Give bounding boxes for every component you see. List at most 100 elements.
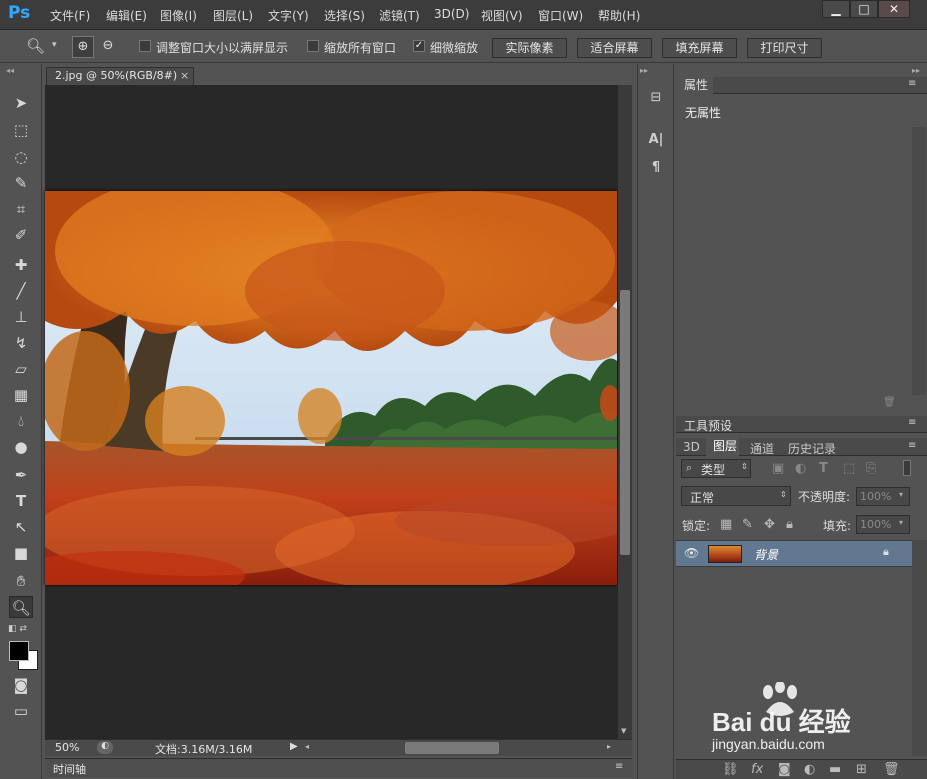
- scroll-right-icon[interactable]: ▸: [607, 742, 611, 751]
- document-tab[interactable]: 2.jpg @ 50%(RGB/8#) ×: [46, 67, 194, 85]
- timeline-panel[interactable]: 时间轴 ≡: [45, 758, 632, 777]
- menu-3d[interactable]: 3D(D): [434, 7, 469, 21]
- history-icon[interactable]: ⊟: [646, 90, 666, 105]
- zoom-in-icon[interactable]: ⊕: [72, 36, 94, 58]
- expand-panels-icon[interactable]: ▸▸: [912, 66, 920, 75]
- marquee-tool-icon[interactable]: ⬚: [9, 119, 33, 141]
- lock-position-icon[interactable]: ✥: [764, 517, 775, 532]
- actual-pixels-button[interactable]: 实际像素: [492, 38, 567, 58]
- properties-menu-icon[interactable]: ≡: [908, 78, 916, 89]
- menu-select[interactable]: 选择(S): [324, 7, 365, 24]
- scrubby-zoom-checkbox[interactable]: ✓: [413, 40, 425, 52]
- tool-presets-menu-icon[interactable]: ≡: [908, 417, 916, 428]
- status-menu-icon[interactable]: ◐: [97, 741, 113, 754]
- path-select-tool-icon[interactable]: ↖: [9, 516, 33, 538]
- scroll-down-icon[interactable]: ▼: [621, 727, 626, 735]
- hand-tool-icon[interactable]: ✋︎: [9, 570, 33, 592]
- properties-delete-icon[interactable]: 🗑︎: [883, 397, 896, 408]
- menu-window[interactable]: 窗口(W): [538, 7, 583, 24]
- timeline-menu-icon[interactable]: ≡: [615, 761, 623, 772]
- menu-type[interactable]: 文字(Y): [268, 7, 309, 24]
- collapse-strip-icon[interactable]: ▸▸: [640, 66, 648, 75]
- layer-filter-dropdown[interactable]: ⌕ 类型 ⇕: [681, 459, 751, 478]
- horizontal-scrollbar-thumb[interactable]: [405, 742, 499, 754]
- tool-preset-dropdown-icon[interactable]: ▾: [52, 40, 57, 50]
- fit-screen-button[interactable]: 适合屏幕: [577, 38, 652, 58]
- clone-stamp-tool-icon[interactable]: ⊥: [9, 306, 33, 328]
- tab-channels[interactable]: 通道: [750, 440, 774, 457]
- maximize-button[interactable]: □: [850, 0, 878, 18]
- tool-presets-header[interactable]: 工具预设 ≡: [676, 416, 927, 433]
- zoom-out-icon[interactable]: ⊖: [97, 36, 119, 58]
- tab-properties[interactable]: 属性: [676, 77, 713, 94]
- foreground-color-swatch[interactable]: [9, 641, 29, 661]
- filter-pixel-icon[interactable]: ▣: [772, 461, 784, 476]
- filter-shape-icon[interactable]: ⬚: [843, 461, 855, 476]
- filter-type-icon[interactable]: T: [819, 461, 828, 476]
- character-panel-icon[interactable]: A|: [646, 132, 666, 147]
- fill-screen-button[interactable]: 填充屏幕: [662, 38, 737, 58]
- quick-mask-icon[interactable]: ◙: [9, 674, 33, 696]
- quick-select-tool-icon[interactable]: ✎: [9, 172, 33, 194]
- print-size-button[interactable]: 打印尺寸: [747, 38, 822, 58]
- zoom-all-windows-checkbox[interactable]: [307, 40, 319, 52]
- layer-style-icon[interactable]: fx: [751, 762, 763, 777]
- screen-mode-icon[interactable]: ▭: [9, 700, 33, 722]
- eraser-tool-icon[interactable]: ▱: [9, 358, 33, 380]
- lock-all-icon[interactable]: 🔒︎: [786, 517, 793, 532]
- new-group-icon[interactable]: ▬: [829, 762, 841, 777]
- link-layers-icon[interactable]: ⛓︎: [722, 762, 739, 777]
- healing-brush-tool-icon[interactable]: ✚: [9, 254, 33, 276]
- layers-scrollbar[interactable]: [912, 540, 927, 756]
- collapse-toolbox-icon[interactable]: ◂◂: [6, 66, 14, 75]
- layer-mask-icon[interactable]: ◙: [778, 762, 791, 777]
- layers-menu-icon[interactable]: ≡: [908, 440, 916, 451]
- opacity-field[interactable]: 100% ▾: [856, 487, 910, 506]
- default-colors-icon[interactable]: ◧ ⇄: [8, 624, 27, 634]
- menu-help[interactable]: 帮助(H): [598, 7, 640, 24]
- close-button[interactable]: ✕: [878, 0, 910, 18]
- tab-3d[interactable]: 3D: [683, 440, 700, 454]
- menu-layer[interactable]: 图层(L): [213, 7, 253, 24]
- tab-history[interactable]: 历史记录: [788, 440, 836, 457]
- new-layer-icon[interactable]: ⊞: [856, 762, 867, 777]
- filter-smartobject-icon[interactable]: ⎘: [866, 461, 876, 476]
- menu-filter[interactable]: 滤镜(T): [379, 7, 420, 24]
- history-brush-tool-icon[interactable]: ↯: [9, 332, 33, 354]
- move-tool-icon[interactable]: ➤: [9, 92, 33, 114]
- brush-tool-icon[interactable]: ╱: [9, 280, 33, 302]
- blur-tool-icon[interactable]: 💧︎: [9, 410, 33, 432]
- minimize-button[interactable]: ▁: [822, 0, 850, 18]
- tab-tool-presets[interactable]: 工具预设: [684, 417, 732, 434]
- filter-adjustment-icon[interactable]: ◐: [795, 461, 806, 476]
- crop-tool-icon[interactable]: ⌗: [9, 198, 33, 220]
- lasso-tool-icon[interactable]: ◌: [9, 146, 33, 168]
- lock-transparent-icon[interactable]: ▦: [720, 517, 732, 532]
- pen-tool-icon[interactable]: ✒: [9, 464, 33, 486]
- lock-image-icon[interactable]: ✎: [742, 517, 753, 532]
- menu-image[interactable]: 图像(I): [160, 7, 197, 24]
- layer-row[interactable]: 👁︎ 背景 🔒︎: [676, 540, 912, 567]
- menu-view[interactable]: 视图(V): [481, 7, 523, 24]
- layer-name[interactable]: 背景: [754, 546, 778, 563]
- status-arrow-icon[interactable]: ▶: [290, 741, 298, 752]
- dodge-tool-icon[interactable]: ●: [9, 436, 33, 458]
- scroll-left-icon[interactable]: ◂: [305, 742, 309, 751]
- filter-toggle[interactable]: [903, 460, 911, 476]
- properties-scrollbar[interactable]: [912, 127, 926, 395]
- eyedropper-tool-icon[interactable]: ✐: [9, 224, 33, 246]
- fill-field[interactable]: 100% ▾: [856, 515, 910, 534]
- zoom-tool-icon-active[interactable]: 🔍︎: [9, 596, 33, 618]
- vertical-scrollbar-thumb[interactable]: [620, 290, 630, 555]
- layer-visibility-eye-icon[interactable]: 👁︎: [684, 546, 699, 560]
- document-close-icon[interactable]: ×: [180, 69, 189, 82]
- resize-windows-checkbox[interactable]: [139, 40, 151, 52]
- blend-mode-dropdown[interactable]: 正常 ⇕: [681, 486, 791, 506]
- delete-layer-icon[interactable]: 🗑︎: [883, 762, 900, 777]
- tab-layers[interactable]: 图层: [706, 438, 739, 456]
- gradient-tool-icon[interactable]: ▦: [9, 384, 33, 406]
- paragraph-panel-icon[interactable]: ¶: [646, 160, 666, 175]
- shape-tool-icon[interactable]: ■: [9, 542, 33, 564]
- type-tool-icon[interactable]: T: [9, 490, 33, 512]
- vertical-scrollbar[interactable]: ▼: [618, 85, 632, 739]
